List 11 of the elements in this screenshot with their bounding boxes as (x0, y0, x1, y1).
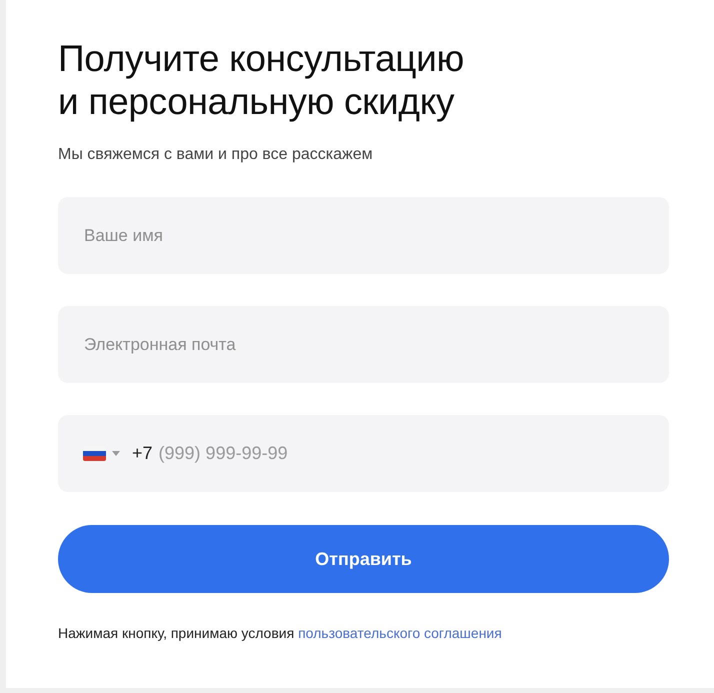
phone-input[interactable]: (999) 999-99-99 (158, 440, 669, 467)
form-title: Получите консультацию и персональную скидку (58, 37, 465, 123)
input-field[interactable]: Ваше имя (58, 197, 669, 274)
form-subtitle: Мы свяжемся с вами и про все расскажем (58, 145, 374, 165)
caret-icon[interactable] (112, 451, 120, 456)
input-field[interactable]: Электронная почта (58, 306, 669, 383)
agreement-link[interactable]: пользовательского соглашения (298, 625, 502, 641)
phone-field[interactable]: +7 (999) 999-99-99 (58, 415, 669, 492)
consent-text: Нажимая кнопку, принимаю условия пользовательского соглашения (58, 624, 503, 643)
submit-button[interactable]: Отправить (58, 525, 669, 593)
phone-prefix: +7 (132, 442, 153, 465)
